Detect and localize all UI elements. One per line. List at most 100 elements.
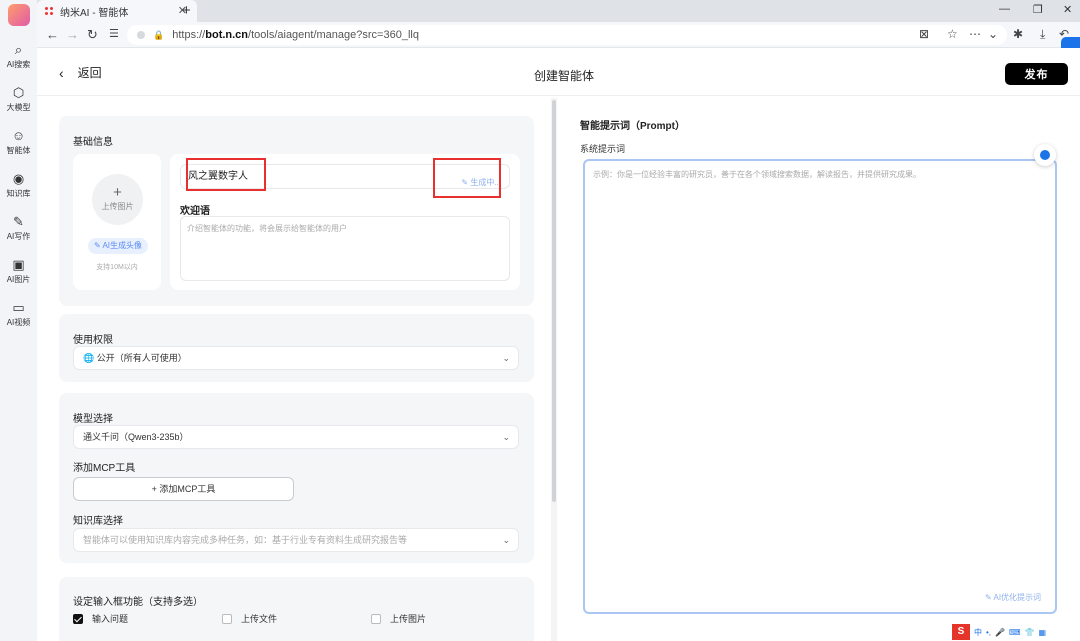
skin-icon[interactable]: 👕: [1025, 628, 1035, 637]
url-bar[interactable]: 🔒 https://bot.n.cn/tools/aiagent/manage?…: [127, 25, 1007, 45]
sidebar-item-ai-video[interactable]: ▭ AI视频: [0, 300, 37, 328]
toolbox-icon[interactable]: ▦: [1039, 628, 1047, 637]
page-title: 创建智能体: [534, 69, 595, 83]
input-features-card: 设定输入框功能（支持多选） 输入问题 上传文件 上传图片: [59, 577, 534, 641]
new-tab-icon[interactable]: +: [182, 2, 191, 19]
permission-card: 使用权限 🌐 公开（所有人可使用） ⌄: [59, 314, 534, 382]
window-close-icon[interactable]: ✕: [1063, 3, 1072, 16]
ime-icon[interactable]: S: [952, 624, 970, 640]
annotation-highlight: [433, 158, 501, 198]
pen-icon: ✎: [13, 214, 24, 229]
site-settings-icon[interactable]: ☰: [109, 27, 119, 40]
ai-avatar-button[interactable]: ✎ AI生成头像: [88, 238, 148, 254]
agent-icon: ☺: [11, 128, 26, 143]
language-indicator[interactable]: 中: [974, 627, 982, 638]
basic-info-card: 基础信息 + 上传图片 ✎ AI生成头像 支持10M以内 风之翼数字人 ✎ 生成…: [59, 116, 534, 306]
assistant-bubble-icon[interactable]: [1034, 144, 1056, 166]
back-button[interactable]: ‹ 返回: [59, 64, 102, 81]
upload-note: 支持10M以内: [96, 264, 138, 271]
star-icon[interactable]: ☆: [947, 27, 958, 41]
mcp-button-label: 添加MCP工具: [159, 484, 216, 494]
image-icon: ▣: [12, 257, 25, 272]
system-tray: S 中 •, 🎤 ⌨ 👕 ▦: [950, 623, 1080, 641]
restore-icon[interactable]: ❐: [1033, 3, 1043, 16]
back-label: 返回: [77, 66, 102, 80]
upload-image-button[interactable]: + 上传图片: [92, 174, 143, 225]
chevron-down-icon: ⌄: [502, 535, 510, 545]
url-path: /tools/aiagent/manage?src=360_llq: [248, 29, 419, 41]
sidebar-item-label: 知识库: [6, 189, 31, 198]
ai-avatar-label: AI生成头像: [102, 241, 143, 250]
ai-optimize-prompt-button[interactable]: ✎ AI优化提示词: [985, 592, 1041, 603]
knowledge-base-select[interactable]: 智能体可以使用知识库内容完成多种任务，如：基于行业专有资料生成研究报告等 ⌄: [73, 528, 519, 552]
video-icon: ▭: [12, 300, 25, 315]
sidebar-item-ai-search[interactable]: ⌕ AI搜索: [0, 42, 37, 70]
prompt-panel: 智能提示词（Prompt） 系统提示词 示例：你是一位经验丰富的研究员，善于在各…: [558, 96, 1080, 641]
permission-select[interactable]: 🌐 公开（所有人可使用） ⌄: [73, 346, 519, 370]
publish-button[interactable]: 发布: [1005, 63, 1068, 85]
lock-icon: 🔒: [153, 29, 165, 40]
browser-tab-bar: 纳米AI - 智能体 ✕ + — ❐ ✕: [37, 0, 1080, 22]
kb-label: 知识库选择: [73, 516, 123, 527]
chevron-down-icon[interactable]: ⌄: [988, 27, 998, 41]
prompt-title: 智能提示词（Prompt）: [580, 121, 685, 132]
forward-arrow-icon[interactable]: →: [66, 27, 79, 42]
browser-tab[interactable]: 纳米AI - 智能体 ✕: [37, 0, 197, 22]
sidebar-item-models[interactable]: ⬡ 大模型: [0, 85, 37, 113]
input-features-label: 设定输入框功能（支持多选）: [73, 597, 203, 608]
checkbox-checked[interactable]: [73, 613, 83, 624]
kb-placeholder: 智能体可以使用知识库内容完成多种任务，如：基于行业专有资料生成研究报告等: [83, 535, 408, 545]
prompt-placeholder: 示例：你是一位经验丰富的研究员，善于在各个领域搜索数据，解读报告，并提供研究成果…: [593, 170, 921, 179]
reader-mode-icon[interactable]: ⊠: [919, 27, 929, 41]
welcome-input[interactable]: 介绍智能体的功能，将会展示给智能体的用户: [180, 216, 510, 281]
sidebar-item-label: AI写作: [6, 232, 31, 241]
annotation-highlight: [186, 158, 266, 191]
reload-icon[interactable]: ↻: [87, 27, 98, 43]
search-icon: ⌕: [14, 42, 23, 57]
sidebar-item-knowledge[interactable]: ◉ 知识库: [0, 171, 37, 199]
back-arrow-icon[interactable]: ←: [46, 27, 59, 42]
welcome-placeholder: 介绍智能体的功能，将会展示给智能体的用户: [187, 224, 347, 233]
option-label: 上传图片: [390, 614, 427, 624]
option-ask-question[interactable]: 输入问题: [73, 612, 128, 625]
system-prompt-input[interactable]: 示例：你是一位经验丰富的研究员，善于在各个领域搜索数据，解读报告，并提供研究成果…: [583, 159, 1057, 614]
shield-icon: [137, 31, 145, 39]
section-label: 基础信息: [73, 137, 113, 148]
url-host: bot.n.cn: [205, 29, 249, 41]
sidebar-item-agents[interactable]: ☺ 智能体: [0, 128, 37, 156]
option-upload-file[interactable]: 上传文件: [222, 612, 277, 625]
sidebar-item-label: 大模型: [6, 103, 31, 112]
minimize-icon[interactable]: —: [999, 3, 1010, 15]
config-panel: 基础信息 + 上传图片 ✎ AI生成头像 支持10M以内 风之翼数字人 ✎ 生成…: [37, 96, 557, 641]
tab-title: 纳米AI - 智能体: [60, 7, 129, 19]
sidebar-item-label: AI搜索: [6, 60, 31, 69]
model-card: 模型选择 通义千问（Qwen3-235b） ⌄ 添加MCP工具 + 添加MCP工…: [59, 393, 534, 563]
keyboard-icon[interactable]: ⌨: [1009, 628, 1021, 637]
browser-toolbar: ← → ↻ ☰ 🔒 https://bot.n.cn/tools/aiagent…: [37, 22, 1080, 48]
option-upload-image[interactable]: 上传图片: [371, 612, 426, 625]
sidebar-item-ai-image[interactable]: ▣ AI图片: [0, 257, 37, 285]
chevron-left-icon: ‹: [59, 64, 64, 81]
permission-label: 使用权限: [73, 335, 113, 346]
checkbox[interactable]: [222, 613, 232, 624]
extensions-icon[interactable]: ✱: [1013, 27, 1023, 41]
microphone-icon[interactable]: 🎤: [995, 628, 1005, 637]
model-select[interactable]: 通义千问（Qwen3-235b） ⌄: [73, 425, 519, 449]
menu-dots-icon[interactable]: ⋯: [969, 27, 981, 41]
globe-icon: 🌐: [83, 353, 95, 363]
url-prefix: https://: [172, 29, 206, 41]
upload-label: 上传图片: [101, 202, 134, 211]
checkbox[interactable]: [371, 613, 381, 624]
plus-icon: +: [151, 484, 157, 494]
sidebar-item-ai-writing[interactable]: ✎ AI写作: [0, 214, 37, 242]
mcp-label: 添加MCP工具: [73, 463, 136, 474]
download-icon[interactable]: ⤓: [1040, 27, 1045, 42]
permission-value: 公开（所有人可使用）: [96, 353, 187, 363]
add-mcp-button[interactable]: + 添加MCP工具: [73, 477, 294, 501]
knowledge-icon: ◉: [12, 171, 25, 186]
system-prompt-label: 系统提示词: [580, 144, 626, 154]
punctuation-icon[interactable]: •,: [986, 628, 991, 637]
scrollbar-thumb[interactable]: [552, 100, 556, 502]
sidebar-item-label: AI视频: [6, 318, 31, 327]
app-logo[interactable]: [8, 4, 30, 26]
